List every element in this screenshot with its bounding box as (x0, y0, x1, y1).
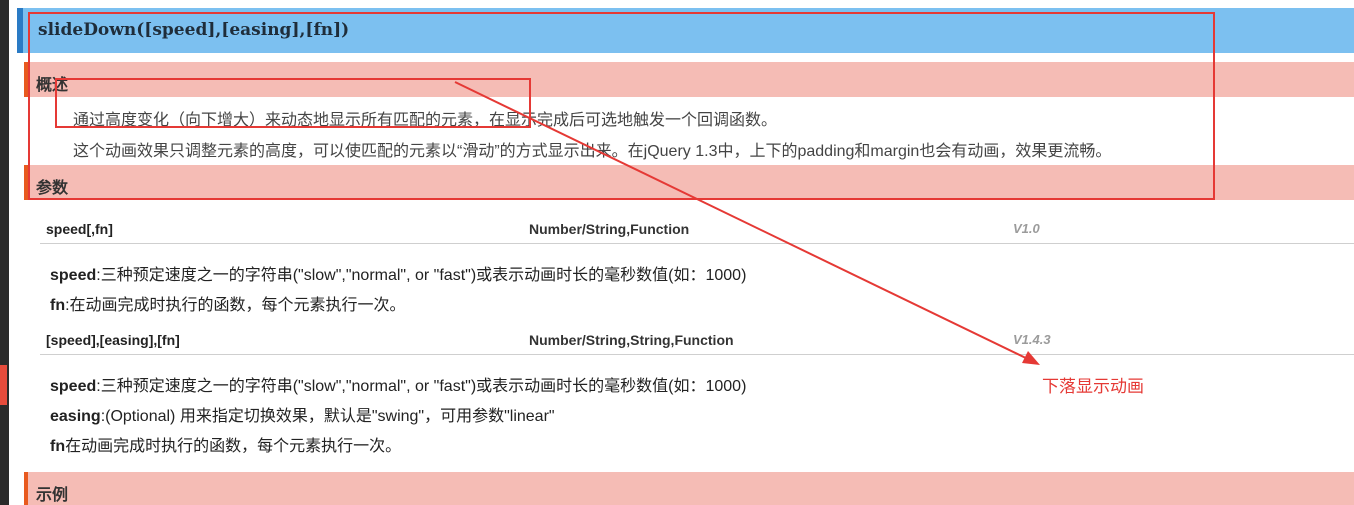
param-key: fn (50, 438, 66, 455)
param-1-detail-fn: fn:在动画完成时执行的函数，每个元素执行一次。 (50, 291, 406, 315)
param-signature: speed[,fn] (46, 221, 113, 237)
left-sidebar-strip (0, 0, 9, 505)
param-key: easing (50, 408, 101, 425)
param-2-detail-fn: fn在动画完成时执行的函数，每个元素执行一次。 (50, 432, 401, 456)
param-signature: [speed],[easing],[fn] (46, 332, 180, 348)
param-key: speed (50, 378, 97, 395)
param-2-detail-speed: speed:三种预定速度之一的字符串("slow","normal", or "… (50, 372, 746, 396)
param-desc: 在动画完成时执行的函数，每个元素执行一次。 (65, 438, 402, 455)
annotation-label: 下落显示动画 (1042, 377, 1144, 397)
section-header-example: 示例 (24, 472, 1354, 505)
sidebar-scroll-marker (0, 365, 7, 405)
param-type: Number/String,String,Function (529, 332, 734, 348)
param-version: V1.4.3 (1013, 332, 1051, 347)
param-2-detail-easing: easing:(Optional) 用来指定切换效果，默认是"swing"，可用… (50, 402, 555, 426)
section-title-example: 示例 (36, 487, 69, 504)
param-version: V1.0 (1013, 221, 1040, 236)
api-doc-page: slideDown([speed],[easing],[fn]) 概述 通过高度… (0, 0, 1354, 505)
param-key: speed (50, 267, 97, 284)
param-type: Number/String,Function (529, 221, 690, 237)
param-desc: :在动画完成时执行的函数，每个元素执行一次。 (65, 297, 406, 314)
param-1-detail-speed: speed:三种预定速度之一的字符串("slow","normal", or "… (50, 261, 746, 285)
param-desc: :(Optional) 用来指定切换效果，默认是"swing"，可用参数"lin… (100, 408, 555, 425)
annotation-inner-box (55, 78, 531, 128)
param-row-2: [speed],[easing],[fn] Number/String,Stri… (40, 326, 1354, 355)
param-desc: :三种预定速度之一的字符串("slow","normal", or "fast"… (96, 378, 747, 395)
param-desc: :三种预定速度之一的字符串("slow","normal", or "fast"… (96, 267, 747, 284)
param-key: fn (50, 297, 66, 314)
param-row-1: speed[,fn] Number/String,Function V1.0 (40, 215, 1354, 244)
